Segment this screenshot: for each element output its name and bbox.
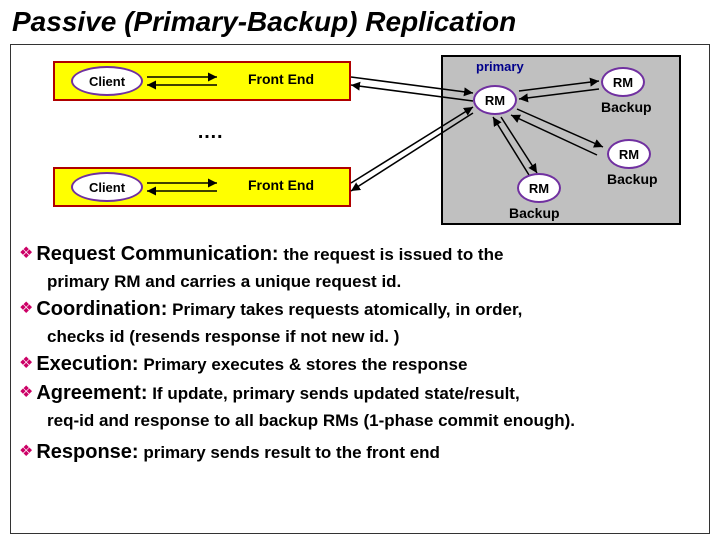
bullet-lead: Response: — [36, 441, 138, 463]
content-frame: Client Client …. Front End Front End pri… — [10, 44, 710, 534]
diagram: Client Client …. Front End Front End pri… — [11, 45, 709, 245]
rm-backup-bottom: RM — [517, 173, 561, 203]
client-node-1: Client — [71, 66, 143, 96]
bullet-2: ❖Coordination: Primary takes requests at… — [19, 298, 701, 321]
backup-label-bottom: Backup — [509, 205, 560, 221]
bullet-cont: checks id (resends response if not new i… — [47, 327, 701, 347]
bullet-5: ❖Response: primary sends result to the f… — [19, 441, 701, 464]
frontend-label-2: Front End — [226, 177, 336, 193]
rm-primary: RM — [473, 85, 517, 115]
bullet-cont: req-id and response to all backup RMs (1… — [47, 411, 701, 431]
ellipsis: …. — [197, 121, 223, 144]
bullet-lead: Agreement: — [36, 382, 147, 404]
diamond-icon: ❖ — [19, 300, 33, 317]
bullet-body: the request is issued to the — [279, 245, 504, 264]
bullet-lead: Request Communication: — [36, 243, 278, 265]
slide-title: Passive (Primary-Backup) Replication — [12, 6, 710, 38]
bullet-body: If update, primary sends updated state/r… — [147, 384, 519, 403]
diamond-icon: ❖ — [19, 443, 33, 460]
rm-backup-side: RM — [607, 139, 651, 169]
bullet-body: Primary takes requests atomically, in or… — [167, 300, 522, 319]
bullet-lead: Execution: — [36, 353, 138, 375]
diamond-icon: ❖ — [19, 245, 33, 262]
rm-backup-top: RM — [601, 67, 645, 97]
bullet-lead: Coordination: — [36, 298, 167, 320]
frontend-label-1: Front End — [226, 71, 336, 87]
bullet-4: ❖Agreement: If update, primary sends upd… — [19, 382, 701, 405]
bullet-list: ❖Request Communication: the request is i… — [19, 243, 701, 470]
bullet-cont: primary RM and carries a unique request … — [47, 272, 701, 292]
backup-label-side: Backup — [607, 171, 658, 187]
primary-label: primary — [476, 59, 524, 74]
bullet-body: primary sends result to the front end — [139, 443, 440, 462]
bullet-1: ❖Request Communication: the request is i… — [19, 243, 701, 266]
client-node-2: Client — [71, 172, 143, 202]
bullet-body: Primary executes & stores the response — [139, 355, 468, 374]
diamond-icon: ❖ — [19, 355, 33, 372]
backup-label-top: Backup — [601, 99, 652, 115]
bullet-3: ❖Execution: Primary executes & stores th… — [19, 353, 701, 376]
diamond-icon: ❖ — [19, 384, 33, 401]
